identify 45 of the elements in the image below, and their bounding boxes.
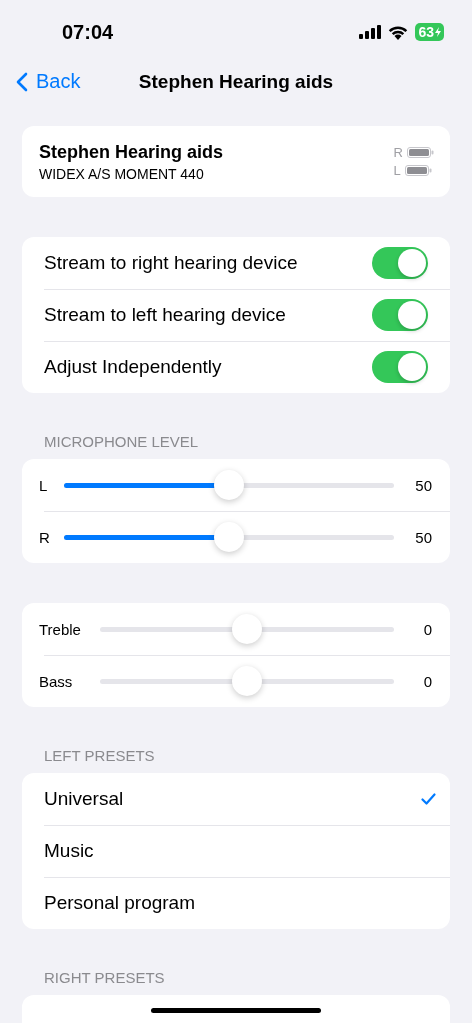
back-button[interactable]: Back xyxy=(14,68,83,95)
preset-option[interactable]: Universal xyxy=(22,773,450,825)
section-header: MICROPHONE LEVEL xyxy=(43,433,200,450)
slider-label: Bass xyxy=(39,672,74,690)
slider-value: 0 xyxy=(422,620,432,638)
slider[interactable] xyxy=(64,470,394,500)
preset-option[interactable]: Music xyxy=(22,825,450,877)
chevron-icon xyxy=(16,71,28,92)
wifi-icon xyxy=(388,24,409,40)
slider-thumb[interactable] xyxy=(214,470,244,500)
battery-indicator: 63 xyxy=(415,23,444,41)
slider-thumb[interactable] xyxy=(214,522,244,552)
battery-icon xyxy=(407,147,434,158)
battery-icon xyxy=(404,165,432,176)
preset-label: Personal program xyxy=(44,892,197,914)
section-header: LEFT PRESETS xyxy=(43,747,156,764)
preset-option[interactable]: Personal program xyxy=(22,877,450,929)
side-label: R xyxy=(393,145,403,160)
toggle-switch[interactable] xyxy=(372,247,428,279)
side-label: L xyxy=(393,163,401,178)
toggle-label: Stream to left hearing device xyxy=(44,304,287,326)
device-model: WIDEX A/S MOMENT 440 xyxy=(39,165,205,182)
preset-label: Universal xyxy=(44,788,125,810)
slider-value: 50 xyxy=(414,476,432,494)
slider[interactable] xyxy=(64,522,394,552)
slider-value: 50 xyxy=(414,528,432,546)
slider-label: Treble xyxy=(39,620,82,638)
slider-value: 0 xyxy=(422,672,432,690)
preset-label: Music xyxy=(44,840,95,862)
section-header: RIGHT PRESETS xyxy=(43,969,166,986)
status-time: 07:04 xyxy=(62,20,114,44)
toggle-label: Adjust Independently xyxy=(44,356,223,378)
toggle-switch[interactable] xyxy=(372,351,428,383)
slider-thumb[interactable] xyxy=(232,666,262,696)
page-title: Stephen Hearing aids xyxy=(138,71,334,93)
device-name: Stephen Hearing aids xyxy=(39,141,224,163)
signal-icon xyxy=(359,25,382,39)
slider-thumb[interactable] xyxy=(232,614,262,644)
slider-label: L xyxy=(39,476,49,494)
toggle-switch[interactable] xyxy=(372,299,428,331)
slider[interactable] xyxy=(100,666,394,696)
checkmark-icon xyxy=(421,793,436,805)
slider[interactable] xyxy=(100,614,394,644)
slider-label: R xyxy=(39,528,51,546)
toggle-label: Stream to right hearing device xyxy=(44,252,299,274)
